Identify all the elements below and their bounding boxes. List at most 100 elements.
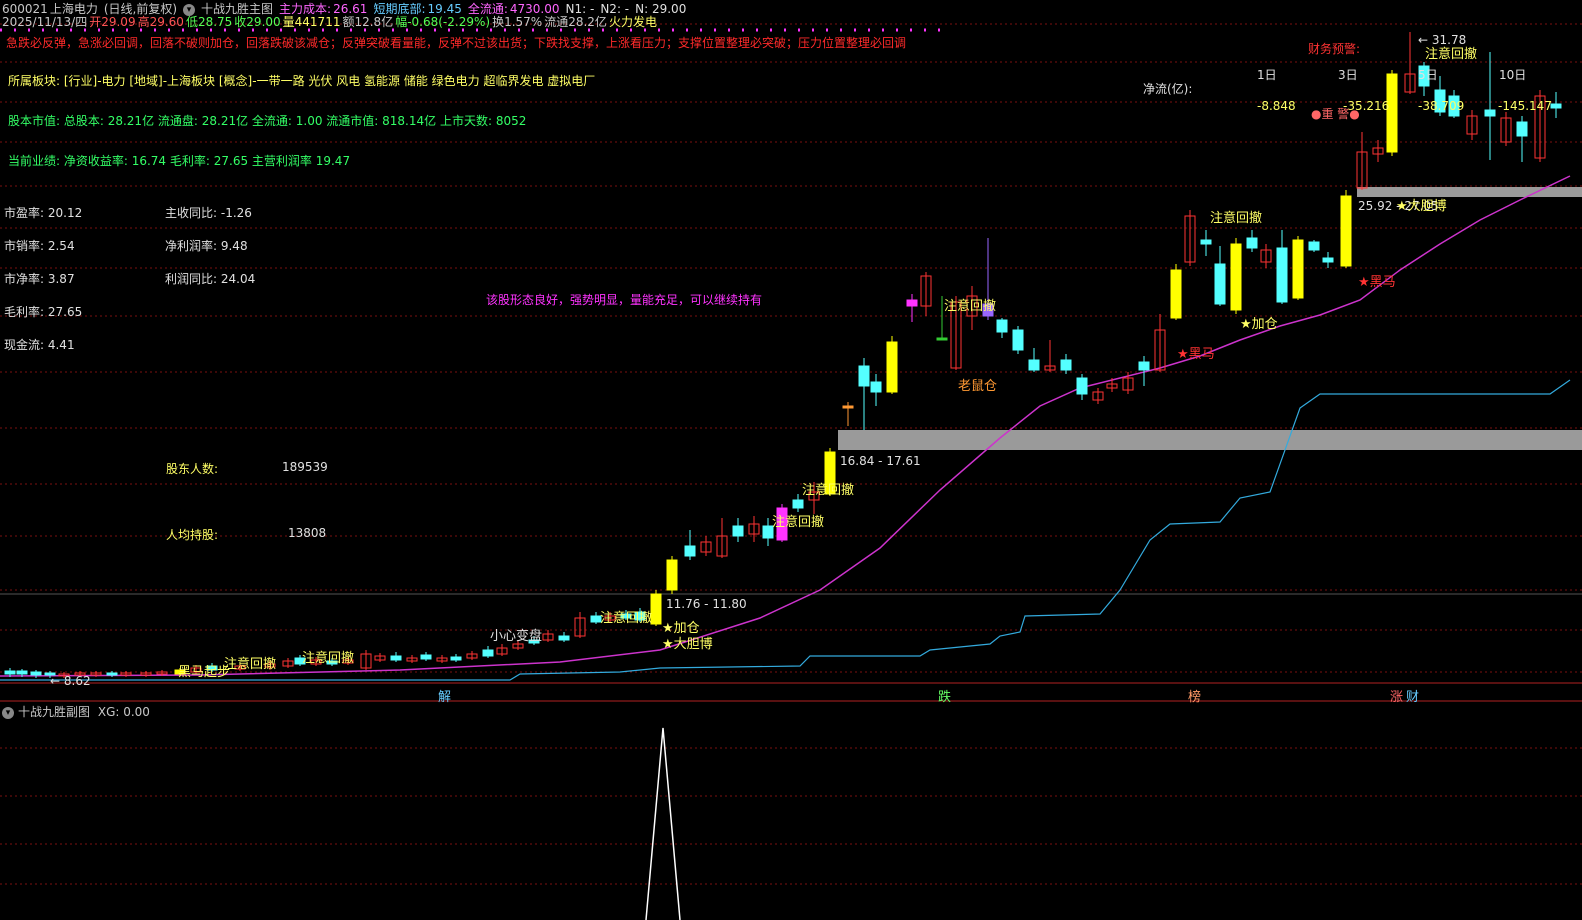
candle-body [666, 559, 678, 591]
candle-body [1012, 329, 1024, 351]
per-capita-label: 人均持股: [166, 528, 219, 542]
bar-volume: 量441711 [282, 15, 341, 29]
stat-revenue-yoy: 主收同比: -1.26 [165, 206, 252, 220]
bar-sector[interactable]: 火力发电 [609, 15, 657, 29]
shareholders-value: 189539 [282, 460, 328, 474]
stat-gross-margin: 毛利率: 27.65 [4, 305, 83, 319]
chart-annotation: ★加仓 [662, 621, 700, 636]
capital-info: 股本市值: 总股本: 28.21亿 流通盘: 28.21亿 全流通: 1.00 … [8, 114, 527, 128]
candle-body [842, 405, 854, 409]
candle-body [1550, 103, 1562, 109]
candle-body [1060, 359, 1072, 371]
sub-chart-header: ▾ 十战九胜副图 XG: 0.00 [2, 703, 150, 720]
candle-body [1276, 247, 1288, 303]
chart-annotation: 小心变盘 [490, 628, 542, 644]
candle-body [1484, 109, 1496, 117]
candle-body [1214, 263, 1226, 305]
candle-body [1516, 121, 1528, 137]
performance-info: 当前业绩: 净资收益率: 16.74 毛利率: 27.65 主营利润率 19.4… [8, 154, 351, 168]
main-chart-canvas[interactable]: ← 31.78 ← 8.62 16.84 - 17.61 11.76 - 11.80 2… [0, 0, 1582, 920]
stat-cashflow: 现金流: 4.41 [4, 338, 75, 352]
candle-body [4, 670, 16, 675]
candle-body [906, 299, 918, 307]
stat-profit-yoy: 利润同比: 24.04 [165, 272, 256, 286]
axis-event-marker: 解 [438, 690, 451, 705]
chart-annotation: ★大胆博 [662, 637, 713, 652]
bar-low: 低28.75 [185, 15, 233, 29]
support-zone-2-label: 11.76 - 11.80 [666, 597, 747, 611]
shareholders-label: 股东人数: [166, 462, 219, 476]
chart-annotation: 注意回撤 [224, 656, 276, 672]
chart-annotation: 黑马起步 [178, 665, 230, 680]
chart-annotation: 注意回撤 [1210, 210, 1262, 226]
bar-amount: 额12.8亿 [342, 15, 394, 29]
bar-close: 收29.00 [234, 15, 281, 29]
candle-body [1076, 377, 1088, 395]
candle-body [996, 319, 1008, 333]
candle-body [390, 655, 402, 661]
trend-comment: 该股形态良好，强势明显，量能充足，可以继续持有 [486, 293, 763, 307]
candle-body [858, 365, 870, 387]
candle-body [450, 656, 462, 661]
chart-annotation: 注意回撤 [772, 514, 824, 530]
candle-body [1340, 195, 1352, 267]
trading-rules-banner: 急跌必反弹，急涨必回调，回落不破则加仓，回落跌破该减仓；反弹突破看量能，反弹不过… [6, 36, 907, 50]
candle-body [684, 545, 696, 557]
net-flow-value-1d: -8.848 [1257, 99, 1296, 113]
xg-signal-spike [645, 727, 681, 920]
stat-pb: 市净率: 3.87 [4, 272, 75, 286]
chart-annotation: ★黑马 [1358, 275, 1396, 290]
candle-body [420, 654, 432, 660]
axis-event-marker: 财 [1406, 690, 1419, 705]
sub-indicator-dropdown-icon[interactable]: ▾ [2, 706, 14, 719]
net-flow-period-3d: 3日 [1338, 68, 1358, 82]
header-row-2: 2025/11/13/四 开29.09 高29.60 低28.75 收29.00 量441… [2, 13, 663, 30]
per-capita-value: 13808 [288, 526, 327, 540]
candle-body [558, 635, 570, 641]
sub-chart-title[interactable]: 十战九胜副图 [18, 705, 90, 719]
chart-annotation: 注意回撤 [802, 482, 854, 498]
chart-annotation: 注意回撤 [944, 298, 996, 314]
axis-event-marker: 涨 [1390, 690, 1403, 705]
net-flow-value-10d: -145.147 [1498, 99, 1552, 113]
candle-body [792, 499, 804, 509]
candle-body [732, 525, 744, 537]
chart-annotation: 老鼠仓 [958, 379, 997, 394]
candle-body [1170, 269, 1182, 319]
stat-ps: 市销率: 2.54 [4, 239, 75, 253]
candle-body [30, 671, 42, 676]
chart-annotation: ★大胆博 [1396, 199, 1447, 214]
price-high-label: ← 31.78 [1418, 33, 1466, 47]
bar-change: 幅-0.68(-2.29%) [395, 15, 491, 29]
support-zone-1 [838, 430, 1582, 450]
candle-body [1246, 237, 1258, 249]
finance-warning: 财务预警: [1308, 42, 1361, 56]
candle-body [870, 381, 882, 393]
candle-body [1292, 239, 1304, 299]
chart-annotation: 注意回撤 [302, 650, 354, 666]
bar-date: 2025/11/13/四 [2, 15, 88, 29]
bar-float-cap: 流通28.2亿 [544, 15, 607, 29]
net-flow-period-1d: 1日 [1257, 68, 1277, 82]
chart-annotation: 注意回撤 [600, 610, 652, 626]
candle-body [936, 337, 948, 341]
bar-high: 高29.60 [137, 15, 184, 29]
candle-body [1028, 359, 1040, 371]
net-flow-period-10d: 10日 [1499, 68, 1527, 82]
stat-net-margin: 净利润率: 9.48 [165, 239, 248, 253]
stat-pe: 市盈率: 20.12 [4, 206, 83, 220]
axis-event-marker: 榜 [1188, 689, 1201, 705]
candle-body [106, 672, 118, 676]
bar-turnover: 换1.57% [492, 15, 543, 29]
net-flow-value-5d: -38.709 [1418, 99, 1465, 113]
candle-body [1200, 239, 1212, 245]
axis-event-marker: 跌 [938, 689, 951, 705]
support-zone-3 [1357, 187, 1582, 197]
candle-body [650, 593, 662, 625]
net-flow-period-5d: 5日 [1418, 68, 1438, 82]
chart-annotation: ★黑马 [1177, 347, 1215, 362]
bar-open: 开29.09 [89, 15, 136, 29]
support-zone-1-label: 16.84 - 17.61 [840, 454, 921, 468]
sub-chart-xg: XG: 0.00 [97, 705, 150, 719]
candle-body [1138, 361, 1150, 371]
